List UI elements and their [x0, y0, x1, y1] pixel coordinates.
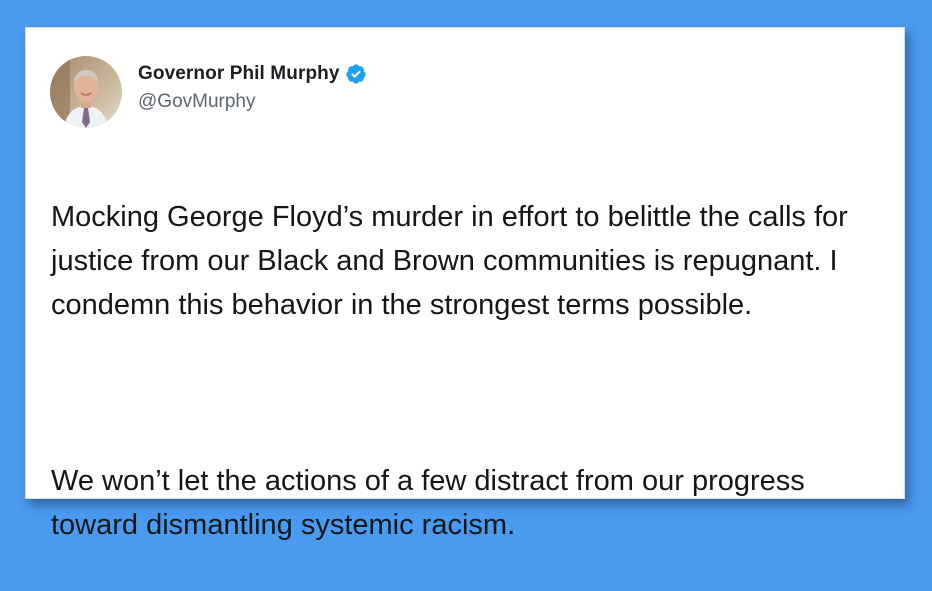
author-display-name[interactable]: Governor Phil Murphy [138, 63, 340, 85]
tweet-body: Mocking George Floyd’s murder in effort … [51, 151, 891, 591]
verified-badge-icon [345, 63, 367, 85]
tweet-paragraph: Mocking George Floyd’s murder in effort … [51, 201, 848, 321]
avatar[interactable] [50, 56, 122, 128]
avatar-photo [50, 56, 122, 128]
tweet-header: Governor Phil Murphy @GovMurphy [50, 56, 367, 128]
tweet-paragraph: We won’t let the actions of a few distra… [51, 465, 805, 541]
author-handle[interactable]: @GovMurphy [138, 91, 367, 113]
name-row: Governor Phil Murphy [138, 63, 367, 85]
tweet-card: Governor Phil Murphy @GovMurphy Mocking … [25, 27, 905, 541]
author-info: Governor Phil Murphy @GovMurphy [138, 63, 367, 113]
